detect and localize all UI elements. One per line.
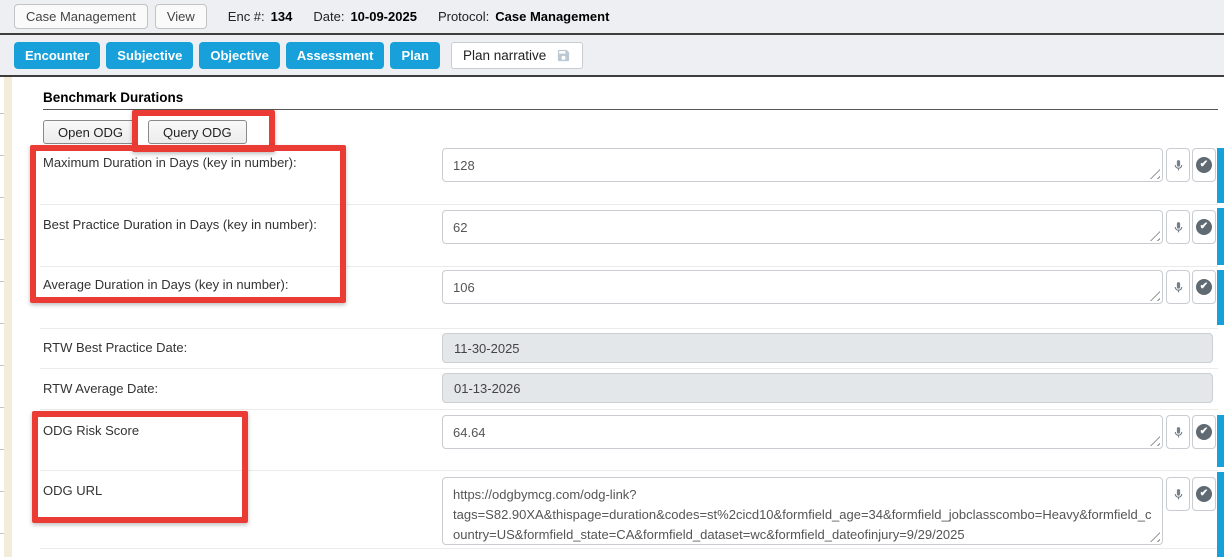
odg-url-approve-button[interactable]: ✔ <box>1192 477 1216 511</box>
open-odg-button[interactable]: Open ODG <box>43 120 138 144</box>
plan-benchmark-durations-page: Case Management View Enc #: 134 Date: 10… <box>0 0 1224 557</box>
plan-narrative-label: Plan narrative <box>463 48 546 63</box>
checkmark-icon: ✔ <box>1196 279 1212 295</box>
row-accent-bar <box>1217 208 1224 265</box>
section-title-rule <box>43 109 1218 110</box>
odg-risk-score-approve-button[interactable]: ✔ <box>1192 415 1216 449</box>
encounter-date: Date: 10-09-2025 <box>313 9 417 24</box>
microphone-icon <box>1172 159 1185 172</box>
save-icon <box>556 48 571 63</box>
microphone-icon <box>1172 221 1185 234</box>
tab-encounter[interactable]: Encounter <box>14 42 100 69</box>
view-button[interactable]: View <box>155 4 207 29</box>
rtw-average-date-field <box>442 373 1213 403</box>
protocol-value: Case Management <box>495 9 609 24</box>
best-practice-duration-approve-button[interactable]: ✔ <box>1192 210 1216 244</box>
rtw-best-practice-date-field <box>442 333 1213 363</box>
field-label-best-practice-duration: Best Practice Duration in Days (key in n… <box>43 217 317 232</box>
row-accent-bar <box>1217 415 1224 467</box>
row-divider <box>40 409 1218 410</box>
tab-subjective[interactable]: Subjective <box>106 42 193 69</box>
row-divider <box>40 204 1218 205</box>
tab-objective[interactable]: Objective <box>199 42 280 69</box>
checkmark-icon: ✔ <box>1196 157 1212 173</box>
row-divider <box>40 368 1218 369</box>
section-title: Benchmark Durations <box>43 90 183 105</box>
odg-url-input[interactable]: https://odgbymcg.com/odg-link? tags=S82.… <box>442 477 1163 545</box>
protocol-label: Protocol: <box>438 9 489 24</box>
field-best-practice-duration: 62 <box>442 210 1163 244</box>
checkmark-icon: ✔ <box>1196 424 1212 440</box>
tab-plan[interactable]: Plan <box>390 42 439 69</box>
encounter-number: Enc #: 134 <box>228 9 293 24</box>
best-practice-duration-input[interactable]: 62 <box>442 210 1163 244</box>
enc-label: Enc #: <box>228 9 265 24</box>
row-accent-bar <box>1217 270 1224 325</box>
odg-risk-score-input[interactable]: 64.64 <box>442 415 1163 449</box>
field-label-odg-risk-score: ODG Risk Score <box>43 423 139 438</box>
field-label-average-duration: Average Duration in Days (key in number)… <box>43 277 288 292</box>
row-divider <box>40 470 1218 471</box>
field-odg-risk-score: 64.64 <box>442 415 1163 449</box>
microphone-icon <box>1172 281 1185 294</box>
best-practice-duration-mic-button[interactable] <box>1166 210 1190 244</box>
date-label: Date: <box>313 9 344 24</box>
protocol: Protocol: Case Management <box>438 9 609 24</box>
checkmark-icon: ✔ <box>1196 219 1212 235</box>
plan-narrative-button[interactable]: Plan narrative <box>451 42 583 69</box>
query-odg-button[interactable]: Query ODG <box>148 120 247 144</box>
field-label-rtw-best-practice-date: RTW Best Practice Date: <box>43 340 187 355</box>
date-value: 10-09-2025 <box>350 9 417 24</box>
average-duration-mic-button[interactable] <box>1166 270 1190 304</box>
maximum-duration-input[interactable]: 128 <box>442 148 1163 182</box>
field-average-duration: 106 <box>442 270 1163 304</box>
row-accent-bar <box>1217 148 1224 203</box>
encounter-header-bar: Case Management View Enc #: 134 Date: 10… <box>0 0 1224 35</box>
average-duration-input[interactable]: 106 <box>442 270 1163 304</box>
odg-url-mic-button[interactable] <box>1166 477 1190 511</box>
enc-value: 134 <box>271 9 293 24</box>
microphone-icon <box>1172 426 1185 439</box>
field-odg-url: https://odgbymcg.com/odg-link? tags=S82.… <box>442 477 1163 545</box>
field-label-rtw-average-date: RTW Average Date: <box>43 381 158 396</box>
row-accent-bar <box>1217 472 1224 557</box>
field-maximum-duration: 128 <box>442 148 1163 182</box>
microphone-icon <box>1172 488 1185 501</box>
odg-risk-score-mic-button[interactable] <box>1166 415 1190 449</box>
maximum-duration-approve-button[interactable]: ✔ <box>1192 148 1216 182</box>
checkmark-icon: ✔ <box>1196 486 1212 502</box>
case-management-button[interactable]: Case Management <box>14 4 148 29</box>
left-gutter-strip <box>4 77 12 557</box>
tab-assessment[interactable]: Assessment <box>286 42 385 69</box>
soap-tab-bar: Encounter Subjective Objective Assessmen… <box>0 35 1224 77</box>
average-duration-approve-button[interactable]: ✔ <box>1192 270 1216 304</box>
row-divider <box>40 328 1218 329</box>
maximum-duration-mic-button[interactable] <box>1166 148 1190 182</box>
field-label-odg-url: ODG URL <box>43 483 102 498</box>
field-label-maximum-duration: Maximum Duration in Days (key in number)… <box>43 155 297 170</box>
row-divider <box>40 266 1218 267</box>
row-divider <box>40 548 1218 549</box>
